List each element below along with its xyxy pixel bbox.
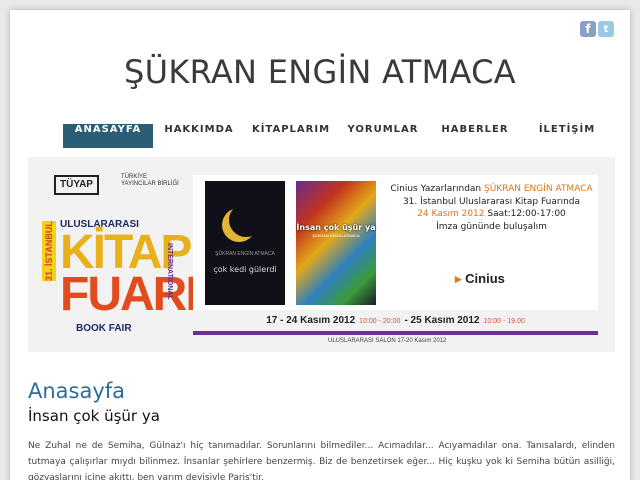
publisher-name: Cinius <box>465 271 505 286</box>
fair-intl-text: INTERNATIONAL <box>166 243 173 300</box>
moon-icon <box>229 203 263 237</box>
poster-author-name: ŞÜKRAN ENGİN ATMACA <box>484 184 593 194</box>
poster-line2: 31. İstanbul Uluslararası Kitap Fuarında <box>402 196 581 207</box>
book1-author: ŞÜKRAN ENGİN ATMACA <box>215 251 275 257</box>
publishers-union-logo: TÜRKİYE YAYINCILAR BİRLİĞİ <box>121 174 179 187</box>
divider <box>193 331 598 335</box>
poster-line1-prefix: Cinius Yazarlarından <box>390 184 484 194</box>
times-a: 10:00 - 20:00 <box>359 318 401 325</box>
twitter-icon[interactable]: t <box>598 21 614 37</box>
nav-item-iletisim[interactable]: İLETİŞİM <box>521 124 613 148</box>
dates-a: 17 - 24 Kasım 2012 <box>266 315 356 326</box>
page-container: f t ŞÜKRAN ENGİN ATMACA ANASAYFA HAKKIMD… <box>10 10 630 480</box>
fair-bottom-text: BOOK FAIR <box>76 323 132 334</box>
fair-word-fuari: FUARI <box>60 268 199 321</box>
times-b: 10:00 - 19.00 <box>483 318 525 325</box>
book-fair-logo: 31. İSTANBUL ULUSLARARASI KİTAP FUARI IN… <box>40 213 199 343</box>
book1-title: çok kedi gülerdi <box>213 265 277 274</box>
event-banner[interactable]: TÜYAP TÜRKİYE YAYINCILAR BİRLİĞİ 31. İST… <box>28 157 615 352</box>
fair-number: 31. İSTANBUL <box>42 221 56 281</box>
cinius-logo: ▸ Cinius <box>455 271 505 286</box>
social-links: f t <box>580 21 614 37</box>
nav-item-haberler[interactable]: HABERLER <box>429 124 521 148</box>
nav-item-yorumlar[interactable]: YORUMLAR <box>337 124 429 148</box>
poster-text: Cinius Yazarlarından ŞÜKRAN ENGİN ATMACA… <box>389 183 594 233</box>
salon-info: ULUSLARARASI SALON 17-20 Kasım 2012 <box>328 338 447 344</box>
page-heading: Anasayfa <box>28 379 126 403</box>
poster-date: 24 Kasım 2012 <box>417 209 485 219</box>
main-nav: ANASAYFA HAKKIMDA KİTAPLARIM YORUMLAR HA… <box>63 124 613 148</box>
book-cover-insan-cok-usur-ya: İnsan çok üşür ya ŞÜKRAN ENGİN ATMACA <box>296 181 376 305</box>
poster-time: Saat:12:00-17:00 <box>484 209 566 219</box>
fair-dates: 17 - 24 Kasım 2012 10:00 - 20:00 - 25 Ka… <box>193 315 598 331</box>
nav-item-kitaplarim[interactable]: KİTAPLARIM <box>245 124 337 148</box>
book-cover-cok-kedi-gulerdi: ŞÜKRAN ENGİN ATMACA çok kedi gülerdi <box>205 181 285 305</box>
poster-line4: İmza gününde buluşalım <box>436 221 547 232</box>
book2-author: ŞÜKRAN ENGİN ATMACA <box>312 233 360 238</box>
tuyap-logo: TÜYAP <box>54 175 99 195</box>
post-body: Ne Zuhal ne de Semiha, Gülnaz'ı hiç tanı… <box>28 438 615 480</box>
book2-title: İnsan çok üşür ya <box>296 223 376 232</box>
nav-item-hakkimda[interactable]: HAKKIMDA <box>153 124 245 148</box>
signing-poster: ŞÜKRAN ENGİN ATMACA çok kedi gülerdi İns… <box>193 175 598 310</box>
site-title[interactable]: ŞÜKRAN ENGİN ATMACA <box>10 53 630 91</box>
post-paragraph: Ne Zuhal ne de Semiha, Gülnaz'ı hiç tanı… <box>28 441 615 480</box>
post-title[interactable]: İnsan çok üşür ya <box>28 407 160 425</box>
dates-b: - 25 Kasım 2012 <box>404 315 480 326</box>
nav-item-anasayfa[interactable]: ANASAYFA <box>63 124 153 148</box>
facebook-icon[interactable]: f <box>580 21 596 37</box>
